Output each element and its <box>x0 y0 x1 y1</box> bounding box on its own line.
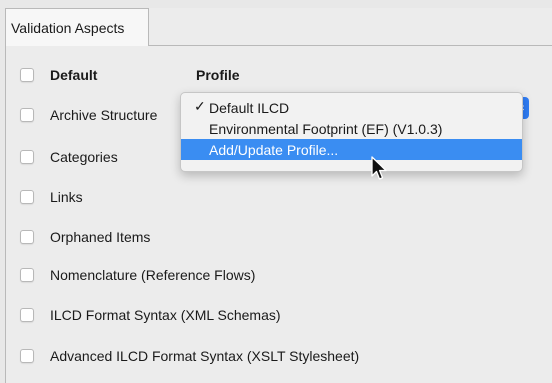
aspect-checkbox[interactable] <box>20 150 34 164</box>
aspect-row-nomenclature: Nomenclature (Reference Flows) <box>20 264 255 286</box>
aspect-checkbox[interactable] <box>20 308 34 322</box>
aspect-checkbox[interactable] <box>20 190 34 204</box>
aspect-label: ILCD Format Syntax (XML Schemas) <box>50 307 281 323</box>
menu-item-add-update-profile[interactable]: Add/Update Profile... <box>181 139 522 160</box>
aspect-label: Archive Structure <box>50 107 158 123</box>
header-row: Default <box>20 64 97 86</box>
aspect-label: Links <box>50 189 83 205</box>
tab-label: Validation Aspects <box>11 19 125 36</box>
aspect-label: Orphaned Items <box>50 229 151 245</box>
aspect-checkbox[interactable] <box>20 230 34 244</box>
menu-item-label: Default ILCD <box>209 99 290 116</box>
aspect-row-ilcd-format-syntax: ILCD Format Syntax (XML Schemas) <box>20 304 281 326</box>
aspect-row-categories: Categories <box>20 146 118 168</box>
arrow-pointer-icon <box>371 156 387 180</box>
checkmark-icon: ✓ <box>194 98 206 114</box>
menu-item-label: Add/Update Profile... <box>209 141 339 158</box>
aspect-checkbox[interactable] <box>20 108 34 122</box>
aspect-label: Advanced ILCD Format Syntax (XSLT Styles… <box>50 348 360 364</box>
aspect-checkbox[interactable] <box>20 349 34 363</box>
aspect-label: Nomenclature (Reference Flows) <box>50 267 256 283</box>
aspect-row-advanced-ilcd-format-syntax: Advanced ILCD Format Syntax (XSLT Styles… <box>20 345 359 367</box>
profile-dropdown-menu: ✓ Default ILCD Environmental Footprint (… <box>180 92 523 172</box>
menu-item-label: Environmental Footprint (EF) (V1.0.3) <box>209 120 443 137</box>
aspect-row-links: Links <box>20 186 83 208</box>
menu-item-default-ilcd[interactable]: ✓ Default ILCD <box>181 97 522 118</box>
menu-item-environmental-footprint[interactable]: Environmental Footprint (EF) (V1.0.3) <box>181 118 522 139</box>
aspect-checkbox[interactable] <box>20 268 34 282</box>
aspect-row-archive-structure: Archive Structure <box>20 104 157 126</box>
aspect-row-orphaned-items: Orphaned Items <box>20 226 150 248</box>
aspect-label: Categories <box>50 149 118 165</box>
select-all-checkbox[interactable] <box>20 68 34 82</box>
default-column-header: Default <box>50 67 98 83</box>
tab-validation-aspects[interactable]: Validation Aspects <box>5 8 149 46</box>
profile-column-header: Profile <box>196 67 240 83</box>
